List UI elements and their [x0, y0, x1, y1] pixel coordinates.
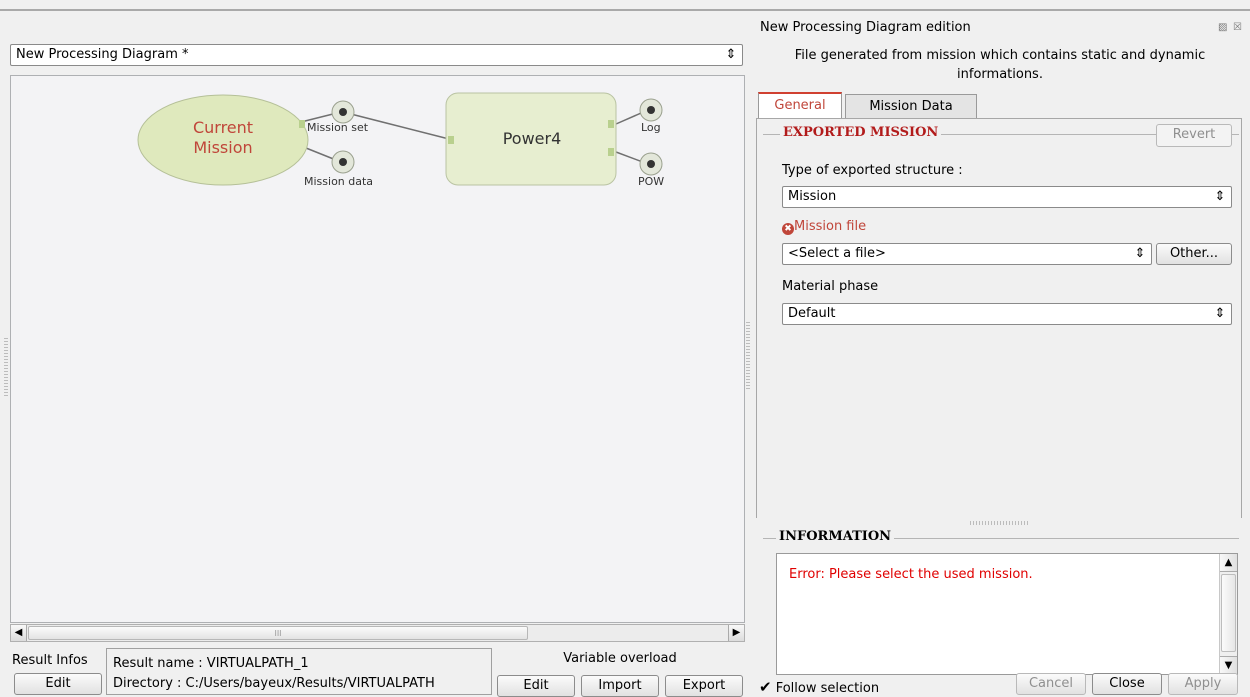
window-top-border [0, 9, 1250, 11]
result-directory-text: Directory : C:/Users/bayeux/Results/VIRT… [113, 676, 435, 691]
pane-splitter-handle[interactable] [746, 322, 750, 390]
type-label: Type of exported structure : [782, 163, 963, 178]
variable-overload-import-button[interactable]: Import [581, 675, 659, 697]
information-vertical-scrollbar[interactable]: ▲ ▼ [1219, 554, 1237, 674]
cancel-button[interactable]: Cancel [1016, 673, 1086, 695]
power4-label: Power4 [502, 129, 562, 148]
result-infos-edit-button[interactable]: Edit [14, 673, 102, 695]
scroll-thumb[interactable]: III [28, 626, 528, 640]
updown-arrows-icon: ⇕ [1214, 189, 1226, 204]
type-select-value: Mission [788, 189, 837, 204]
result-infos-label: Result Infos [12, 653, 88, 668]
float-panel-icon[interactable]: ▨ [1218, 22, 1227, 33]
information-box[interactable]: Error: Please select the used mission. ▲… [776, 553, 1238, 675]
horizontal-scrollbar[interactable]: ◀ III ▶ [10, 624, 745, 642]
type-select[interactable]: Mission ⇕ [782, 186, 1232, 208]
diagram-selector[interactable]: New Processing Diagram * ⇕ [10, 44, 743, 66]
info-scroll-thumb[interactable] [1221, 574, 1236, 652]
mission-file-select[interactable]: <Select a file> ⇕ [782, 243, 1152, 265]
variable-overload-label: Variable overload [563, 651, 677, 666]
port-mission-data-label: Mission data [304, 175, 374, 188]
mission-file-select-value: <Select a file> [788, 246, 886, 261]
current-mission-label: Current Mission [192, 118, 254, 157]
scroll-right-icon[interactable]: ▶ [728, 625, 744, 641]
mission-file-label-row: ✖ Mission file [782, 219, 866, 235]
close-panel-icon[interactable]: ☒ [1233, 22, 1242, 33]
info-splitter-handle[interactable] [970, 521, 1030, 525]
material-phase-select-value: Default [788, 306, 836, 321]
port-mission-set-label: Mission set [307, 121, 369, 134]
tab-general[interactable]: General [758, 92, 842, 119]
close-button[interactable]: Close [1092, 673, 1162, 695]
scroll-left-icon[interactable]: ◀ [11, 625, 27, 641]
diagram-svg [137, 92, 663, 186]
variable-overload-edit-button[interactable]: Edit [497, 675, 575, 697]
variable-overload-export-button[interactable]: Export [665, 675, 743, 697]
tab-mission-data[interactable]: Mission Data [845, 94, 977, 119]
scroll-thumb-grip: III [274, 629, 282, 638]
updown-arrows-icon: ⇕ [1134, 246, 1146, 261]
checkbox-checked-icon[interactable]: ✔ [759, 678, 772, 696]
updown-arrows-icon: ⇕ [1214, 306, 1226, 321]
scroll-up-icon[interactable]: ▲ [1220, 554, 1237, 572]
mission-file-label: Mission file [794, 219, 867, 234]
result-name-text: Result name : VIRTUALPATH_1 [113, 656, 309, 671]
material-phase-label: Material phase [782, 279, 879, 294]
result-info-box: Result name : VIRTUALPATH_1 Directory : … [106, 648, 492, 695]
error-icon: ✖ [782, 223, 794, 235]
panel-title: New Processing Diagram edition [760, 20, 971, 35]
diagram-canvas[interactable]: Current Mission Power4 Mission set Missi… [10, 75, 745, 623]
revert-button[interactable]: Revert [1156, 124, 1232, 147]
port-pow-label: POW [638, 175, 665, 188]
other-button[interactable]: Other... [1156, 243, 1232, 265]
information-title: INFORMATION [776, 529, 895, 544]
port-log-label: Log [641, 121, 661, 134]
follow-selection-label: Follow selection [775, 681, 880, 696]
material-phase-select[interactable]: Default ⇕ [782, 303, 1232, 325]
updown-arrows-icon: ⇕ [725, 47, 737, 62]
follow-selection-row[interactable]: ✔ Follow selection [759, 678, 879, 696]
scroll-down-icon[interactable]: ▼ [1220, 656, 1237, 674]
diagram-selector-value: New Processing Diagram * [16, 47, 189, 62]
apply-button[interactable]: Apply [1168, 673, 1238, 695]
panel-description: File generated from mission which contai… [794, 48, 1206, 82]
information-message: Error: Please select the used mission. [789, 567, 1033, 582]
left-edge-handle[interactable] [4, 338, 8, 398]
exported-mission-title: EXPORTED MISSION [780, 125, 942, 140]
